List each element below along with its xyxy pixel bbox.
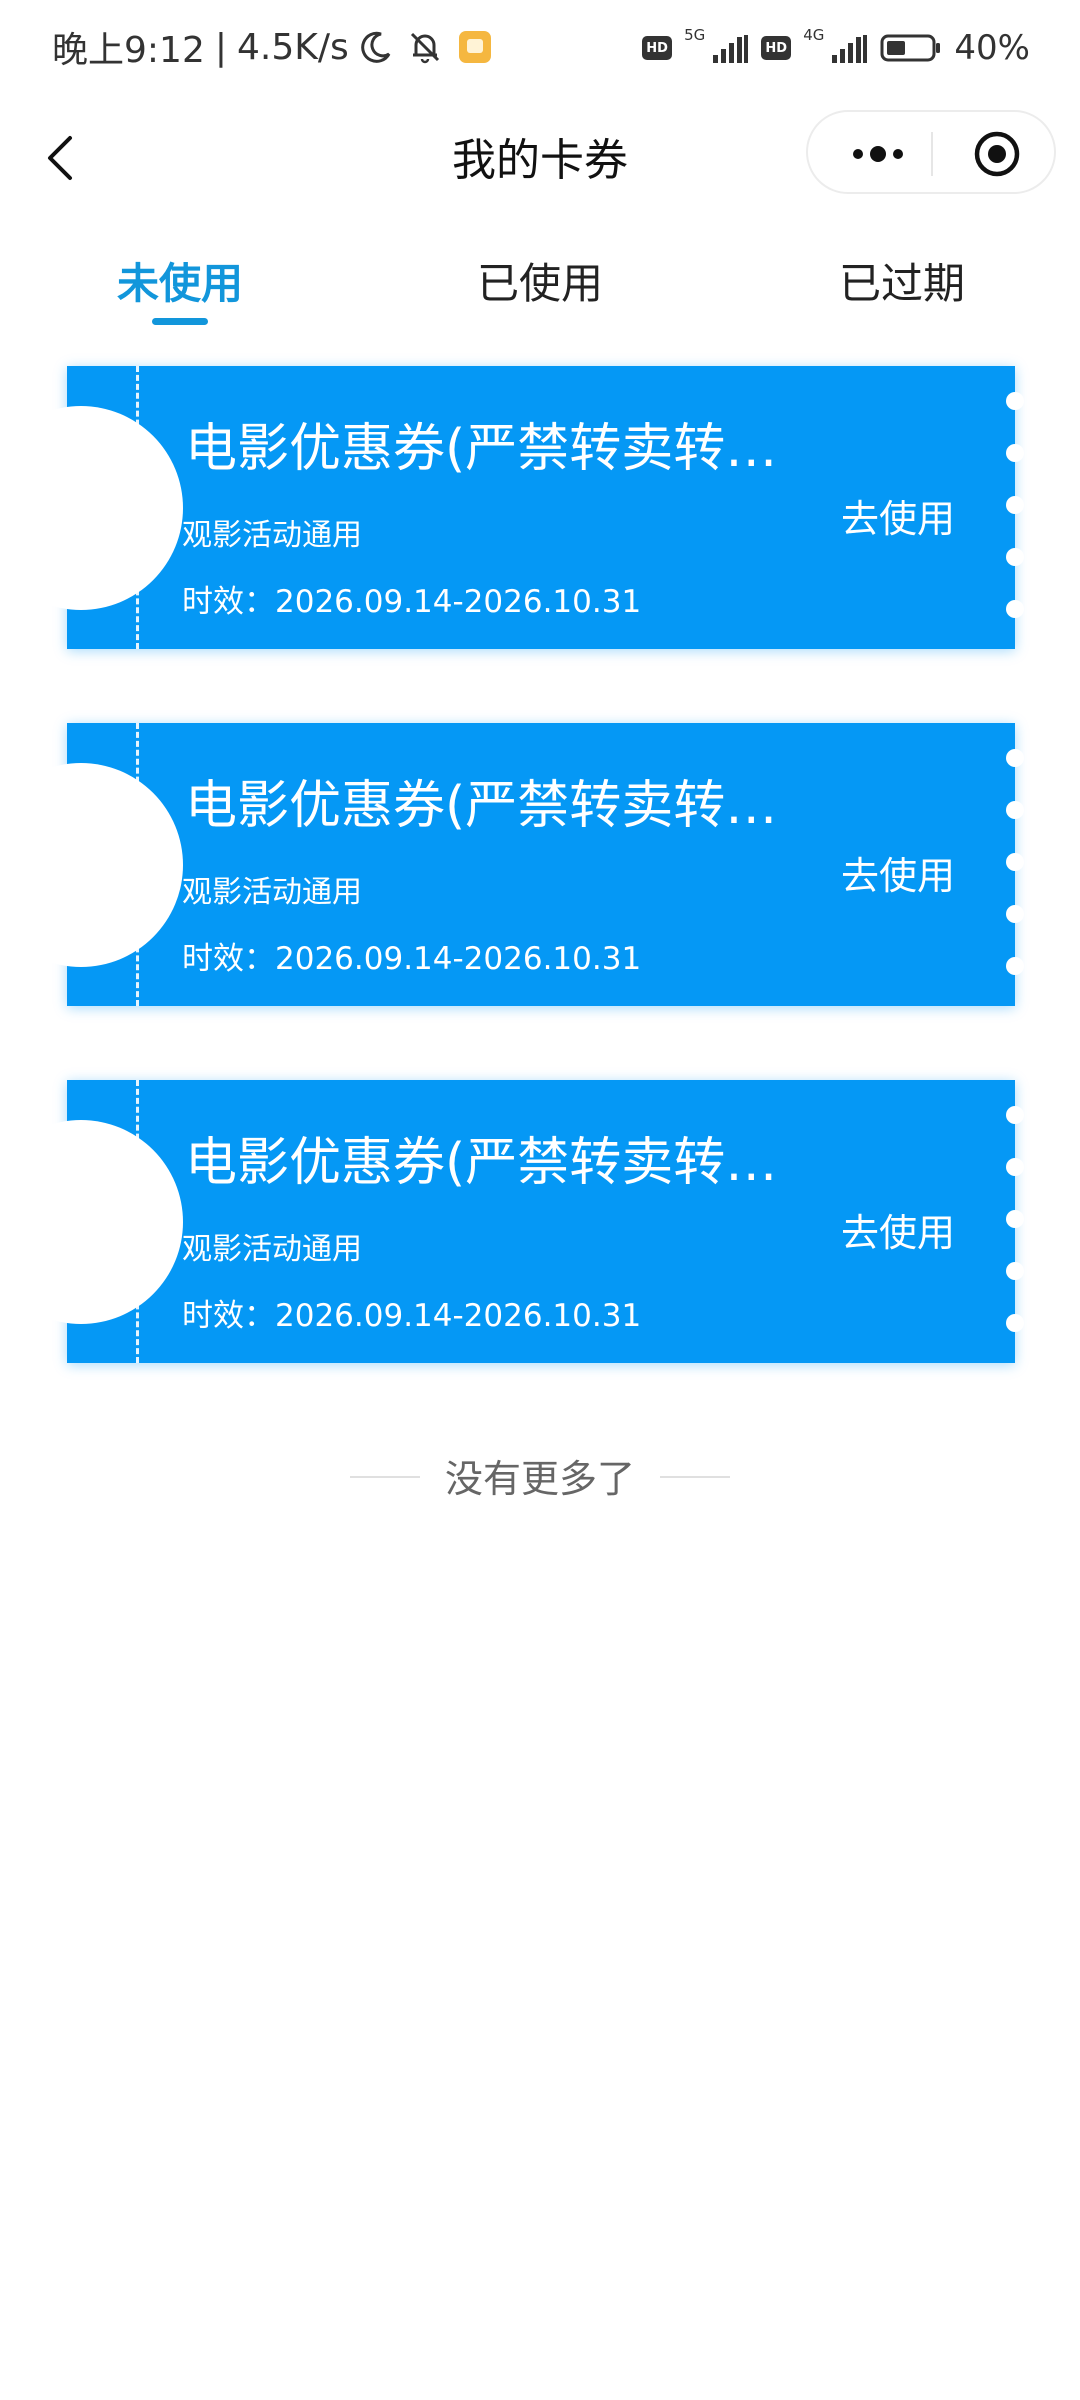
status-right: HD 5G HD 4G 40% [642, 24, 1030, 72]
more-dots-icon[interactable] [848, 134, 908, 174]
hd-badge-2: HD [761, 36, 792, 60]
app-notification-icon [458, 31, 491, 63]
coupon-title: 电影优惠券(严禁转卖转… [185, 1133, 778, 1193]
coupon-title: 电影优惠券(严禁转卖转… [185, 776, 778, 836]
coupon-card[interactable]: 电影优惠券(严禁转卖转… 观影活动通用 时效：2026.09.14-2026.1… [0, 723, 1024, 1006]
status-time: 晚上9:12 [52, 30, 205, 71]
network-speed: 4.5K/s [236, 26, 349, 68]
coupon-scallop-edge [1006, 1106, 1024, 1366]
capsule-divider [931, 132, 933, 176]
moon-icon [360, 31, 391, 63]
coupon-perforation [136, 723, 139, 1006]
no-more-text: 没有更多了 [444, 1457, 635, 1501]
network-type-label: 5G [684, 26, 706, 44]
coupon-description: 观影活动通用 [182, 518, 362, 553]
coupon-card[interactable]: 电影优惠券(严禁转卖转… 观影活动通用 时效：2026.09.14-2026.1… [0, 366, 1024, 649]
coupon-description: 观影活动通用 [182, 1232, 362, 1267]
divider-line [660, 1476, 730, 1478]
network-type-label-2: 4G [803, 26, 825, 44]
coupon-tabs: 未使用 已使用 已过期 [0, 240, 1080, 330]
coupon-perforation [136, 1080, 139, 1363]
coupon-validity: 时效：2026.09.14-2026.10.31 [182, 941, 642, 977]
coupon-validity: 时效：2026.09.14-2026.10.31 [182, 584, 642, 620]
mini-program-capsule [806, 110, 1056, 194]
coupon-description: 观影活动通用 [182, 875, 362, 910]
tab-used[interactable]: 已使用 [477, 250, 603, 311]
status-left: 晚上9:12 | 4.5K/s [52, 22, 491, 72]
battery-percent: 40% [954, 28, 1030, 68]
use-coupon-button[interactable]: 去使用 [841, 1202, 955, 1257]
coupon-scallop-edge [1006, 392, 1024, 652]
status-bar: 晚上9:12 | 4.5K/s HD 5G HD 4G 40% [0, 0, 1080, 96]
hd-badge: HD [642, 36, 673, 60]
use-coupon-button[interactable]: 去使用 [841, 488, 955, 543]
coupon-notch [0, 762, 183, 967]
coupon-card[interactable]: 电影优惠券(严禁转卖转… 观影活动通用 时效：2026.09.14-2026.1… [0, 1080, 1024, 1363]
bell-off-icon [410, 32, 439, 64]
coupon-notch [0, 1119, 183, 1324]
coupon-perforation [136, 366, 139, 649]
target-icon[interactable] [973, 130, 1021, 178]
tab-unused[interactable]: 未使用 [117, 250, 243, 311]
use-coupon-button[interactable]: 去使用 [841, 845, 955, 900]
coupon-notch [0, 405, 183, 610]
signal-icon [713, 35, 749, 63]
battery-icon [880, 34, 941, 62]
signal-icon-2 [832, 35, 868, 63]
tab-expired[interactable]: 已过期 [839, 250, 965, 311]
list-end-note: 没有更多了 [0, 1448, 1080, 1504]
coupon-validity: 时效：2026.09.14-2026.10.31 [182, 1298, 642, 1334]
tab-active-indicator [152, 318, 208, 325]
coupon-title: 电影优惠券(严禁转卖转… [185, 419, 778, 479]
status-separator: | [214, 26, 227, 68]
nav-bar: 我的卡券 [0, 110, 1080, 202]
coupon-scallop-edge [1006, 749, 1024, 1009]
